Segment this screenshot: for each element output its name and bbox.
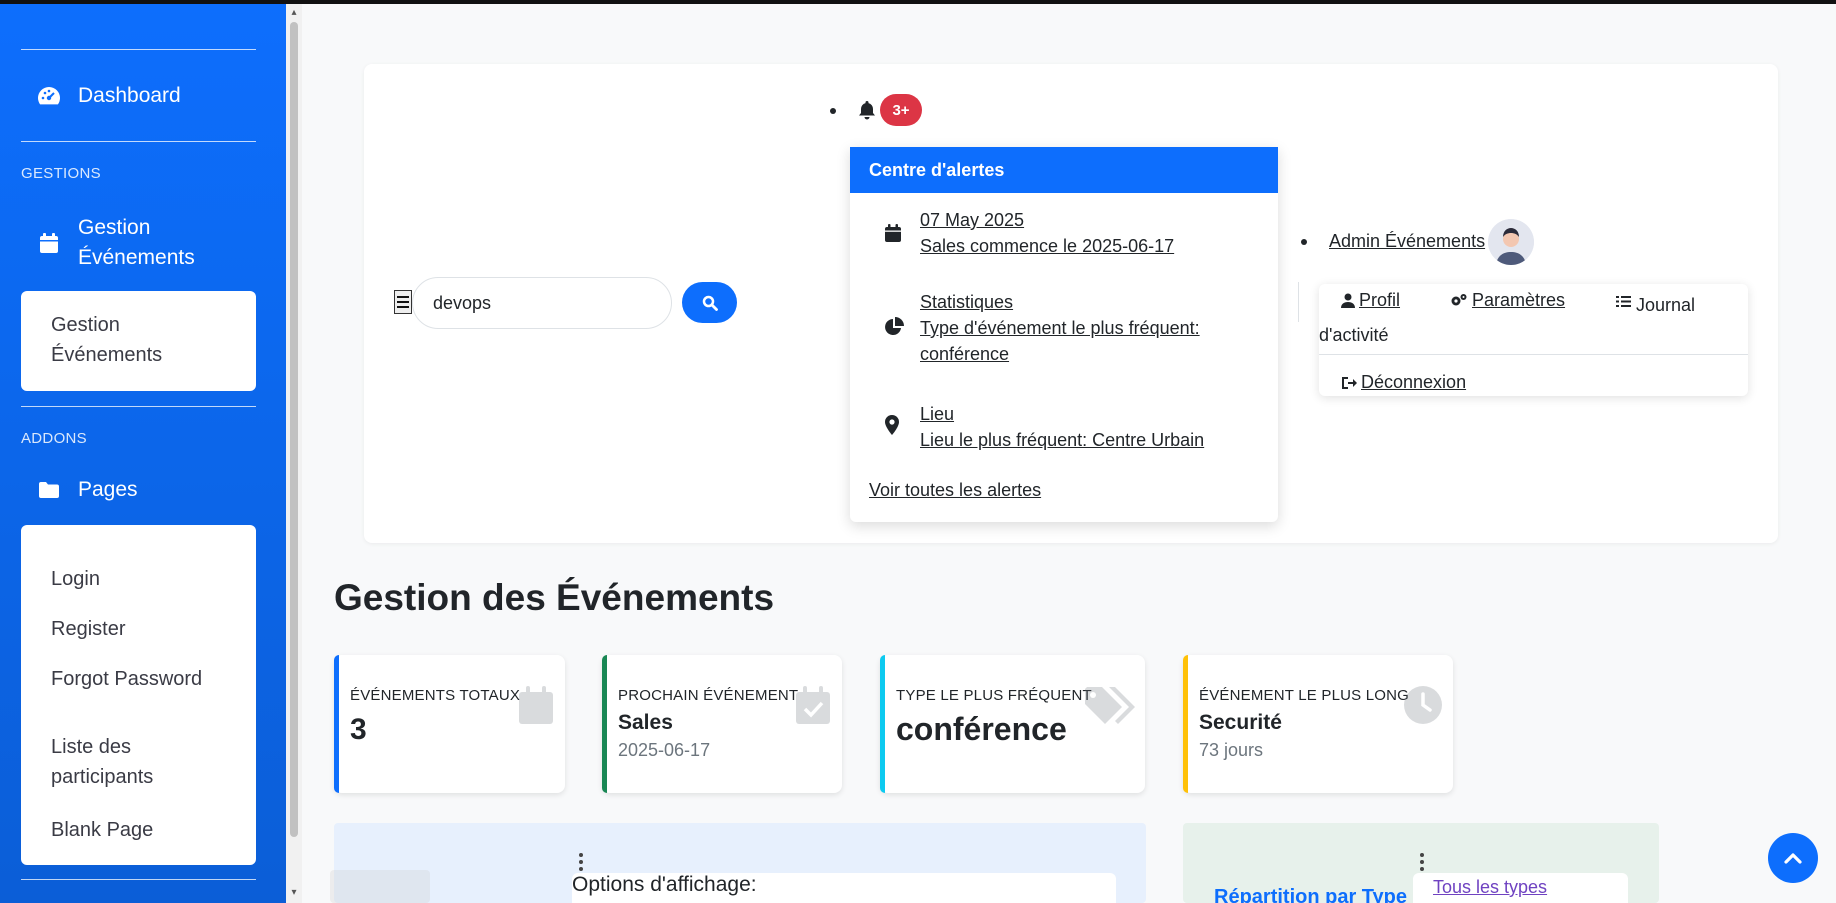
menu-item-journal[interactable]: Journal d'activité: [1319, 290, 1748, 350]
sidebar-subitem-blank-page[interactable]: Blank Page: [51, 815, 153, 845]
sidebar-subitem-gestion[interactable]: Gestion Événements: [51, 310, 201, 370]
stat-card-longest: ÉVÉNEMENT LE PLUS LONG Securité 73 jours: [1183, 655, 1453, 793]
menu-divider: [1319, 354, 1748, 355]
card-accent: [602, 655, 607, 793]
clock-icon: [1404, 686, 1442, 724]
chart-pie-icon: [884, 317, 904, 337]
chart-title: Répartition par Type: [1214, 886, 1407, 903]
stat-label: ÉVÉNEMENT LE PLUS LONG: [1199, 687, 1410, 704]
stat-subtext: 2025-06-17: [618, 740, 711, 760]
sidebar-item-label: Dashboard: [78, 84, 181, 107]
faded-button: [330, 870, 430, 903]
stat-value: conférence: [896, 711, 1067, 747]
tachometer-icon: [37, 84, 61, 108]
window-top-edge: [0, 0, 1836, 4]
alert-text: Type d'événement le plus fréquent: confé…: [920, 318, 1200, 364]
alert-item[interactable]: Lieu Lieu le plus fréquent: Centre Urbai…: [850, 401, 1278, 457]
search-input[interactable]: [412, 277, 672, 329]
stat-subtext: 73 jours: [1199, 740, 1264, 760]
stat-value: 3: [350, 713, 367, 746]
menu-item-deconnexion[interactable]: Déconnexion: [1341, 372, 1466, 393]
sidebar-item-gestion[interactable]: Gestion Événements: [37, 213, 218, 273]
sign-out-icon: [1342, 376, 1357, 389]
sidebar-subitem-forgot-password[interactable]: Forgot Password: [51, 664, 202, 694]
sidebar-item-dashboard[interactable]: Dashboard: [37, 84, 181, 108]
more-options-icon[interactable]: [579, 853, 583, 871]
alerts-count-badge: 3+: [880, 94, 922, 126]
alert-item[interactable]: 07 May 2025 Sales commence le 2025-06-17: [850, 207, 1278, 273]
stat-card-total: ÉVÉNEMENTS TOTAUX 3: [334, 655, 565, 793]
alert-item[interactable]: Statistiques Type d'événement le plus fr…: [850, 289, 1278, 369]
calendar-icon: [37, 231, 61, 255]
card-accent: [1183, 655, 1188, 793]
sidebar-divider: [21, 141, 256, 142]
alert-text: Sales commence le 2025-06-17: [920, 236, 1175, 256]
stat-card-next: PROCHAIN ÉVÉNEMENT Sales 2025-06-17: [602, 655, 842, 793]
sidebar-heading-gestions: GESTIONS: [21, 165, 101, 182]
bell-icon[interactable]: [858, 100, 876, 125]
sidebar-subitem-participants[interactable]: Liste des participants: [51, 732, 201, 792]
search-icon: [702, 295, 718, 311]
stat-label: TYPE LE PLUS FRÉQUENT: [896, 687, 1092, 704]
calendar-check-icon: [796, 686, 830, 724]
card-accent: [334, 655, 339, 793]
alert-category: Lieu: [920, 404, 955, 424]
scroll-up-icon[interactable]: ▴: [289, 8, 299, 18]
sidebar-submenu-gestion: Gestion Événements: [21, 291, 256, 391]
stat-value: Securité: [1199, 711, 1282, 734]
type-filter-dropdown[interactable]: Tous les types: [1413, 873, 1628, 903]
list-bullet: [1301, 239, 1307, 245]
sidebar-subitem-login[interactable]: Login: [51, 564, 100, 594]
sidebar: Dashboard GESTIONS Gestion Événements Ge…: [0, 4, 286, 903]
tags-icon: [1085, 687, 1135, 724]
sidebar-item-label: Pages: [78, 478, 138, 501]
sidebar-toggle-button[interactable]: [394, 290, 412, 314]
type-filter-option[interactable]: Tous les types: [1433, 877, 1547, 898]
stat-label: ÉVÉNEMENTS TOTAUX: [350, 687, 521, 704]
scrollbar-thumb[interactable]: [290, 22, 298, 837]
map-marker-icon: [884, 415, 904, 435]
sidebar-heading-addons: ADDONS: [21, 430, 87, 447]
sidebar-divider: [21, 49, 256, 50]
calendar-icon: [884, 223, 904, 243]
alert-category: Statistiques: [920, 292, 1014, 312]
display-options-label: Options d'affichage:: [572, 873, 757, 896]
list-bullet: [830, 108, 836, 114]
sidebar-divider: [21, 406, 256, 407]
more-options-icon[interactable]: [1420, 853, 1424, 871]
chevron-up-icon: [1784, 853, 1802, 864]
alert-text: Lieu le plus fréquent: Centre Urbain: [920, 430, 1205, 450]
alerts-dropdown: Centre d'alertes 07 May 2025 Sales comme…: [850, 147, 1278, 522]
scroll-to-top-button[interactable]: [1768, 833, 1818, 883]
sidebar-scrollbar[interactable]: ▴ ▾: [286, 4, 302, 903]
stat-label: PROCHAIN ÉVÉNEMENT: [618, 687, 799, 704]
view-all-alerts-link[interactable]: Voir toutes les alertes: [869, 480, 1041, 501]
sidebar-submenu-pages: Login Register Forgot Password Liste des…: [21, 525, 256, 865]
sidebar-item-label: Gestion Événements: [78, 216, 195, 269]
folder-icon: [37, 478, 61, 502]
card-accent: [880, 655, 885, 793]
avatar[interactable]: [1488, 219, 1534, 265]
user-dropdown-menu: Profil Paramètres Journal d'activité Déc…: [1319, 284, 1748, 396]
page-title: Gestion des Événements: [334, 577, 775, 618]
stat-value: Sales: [618, 711, 673, 734]
sidebar-divider: [21, 879, 256, 880]
alerts-title: Centre d'alertes: [850, 147, 1278, 193]
sidebar-item-pages[interactable]: Pages: [37, 478, 138, 502]
alert-date: 07 May 2025: [920, 210, 1025, 230]
calendar-icon: [519, 686, 553, 724]
search-button[interactable]: [682, 282, 737, 323]
divider: [1298, 282, 1299, 322]
sidebar-subitem-register[interactable]: Register: [51, 614, 125, 644]
display-options-dropdown[interactable]: Options d'affichage:: [572, 873, 1116, 903]
scroll-down-icon[interactable]: ▾: [289, 888, 299, 898]
user-name-link[interactable]: Admin Événements: [1329, 231, 1485, 252]
stat-card-type: TYPE LE PLUS FRÉQUENT conférence: [880, 655, 1145, 793]
